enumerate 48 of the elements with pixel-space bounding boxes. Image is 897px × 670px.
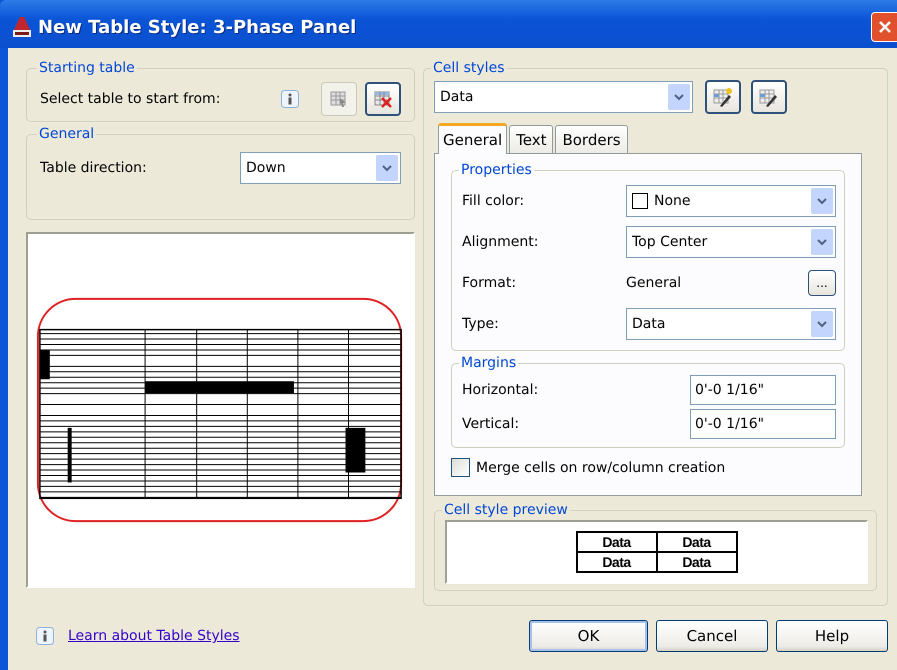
field-label: Type:	[462, 316, 499, 332]
direction-dropdown[interactable]: Down	[240, 152, 401, 184]
checkbox-label: Merge cells on row/column creation	[476, 460, 726, 476]
field-label: Table direction:	[40, 160, 147, 176]
dialog-button[interactable]: Cancel	[656, 620, 768, 652]
field-label: Alignment:	[462, 234, 538, 250]
format-browse-button[interactable]: ...	[808, 270, 836, 296]
tab[interactable]: General	[438, 123, 508, 154]
property-dropdown[interactable]: Top Center	[626, 226, 836, 258]
close-button[interactable]	[871, 12, 897, 42]
table-delete-icon	[373, 89, 393, 109]
edit-cell-style-button[interactable]	[751, 80, 787, 114]
table-cell: Data	[576, 532, 656, 552]
cell-style-dropdown[interactable]: Data	[434, 81, 693, 113]
info-icon	[281, 90, 299, 108]
fill-color-dropdown[interactable]: None	[626, 184, 836, 216]
margin-input-field[interactable]: 0'-0 1/16"	[690, 409, 836, 439]
margin-input-field[interactable]: 0'-0 1/16"	[690, 375, 836, 405]
group-legend: Starting table	[37, 60, 137, 76]
field-label: Fill color:	[462, 192, 524, 208]
delete-table-button[interactable]	[365, 82, 401, 116]
table-cell: Data	[656, 552, 736, 572]
field-label: Vertical:	[462, 416, 520, 432]
table-cell: Data	[576, 552, 656, 572]
help-link[interactable]: Learn about Table Styles	[68, 628, 240, 644]
group-legend: Cell style preview	[442, 502, 570, 518]
group-legend: Properties	[459, 162, 534, 178]
format-value: General	[626, 274, 682, 290]
info-icon	[36, 627, 54, 645]
group-legend: Cell styles	[431, 60, 506, 76]
color-swatch-icon	[632, 192, 648, 208]
dialog-button[interactable]: Help	[776, 620, 888, 652]
field-label: Format:	[462, 274, 516, 290]
close-icon	[876, 19, 892, 35]
field-label: Horizontal:	[462, 382, 538, 398]
property-dropdown[interactable]: Data	[626, 308, 836, 340]
group-legend: General	[37, 126, 96, 142]
group-legend: Margins	[459, 355, 518, 371]
table-brush-icon	[712, 86, 734, 108]
tab[interactable]: Text	[509, 125, 554, 153]
table-cell: Data	[656, 532, 736, 552]
tab[interactable]: Borders	[555, 125, 628, 153]
window-title: New Table Style: 3-Phase Panel	[38, 16, 356, 38]
field-label: Select table to start from:	[40, 91, 220, 107]
app-logo-icon	[12, 16, 32, 38]
new-cell-style-button[interactable]	[705, 80, 741, 114]
dialog-button[interactable]: OK	[529, 620, 648, 652]
merge-checkbox[interactable]	[451, 458, 470, 477]
